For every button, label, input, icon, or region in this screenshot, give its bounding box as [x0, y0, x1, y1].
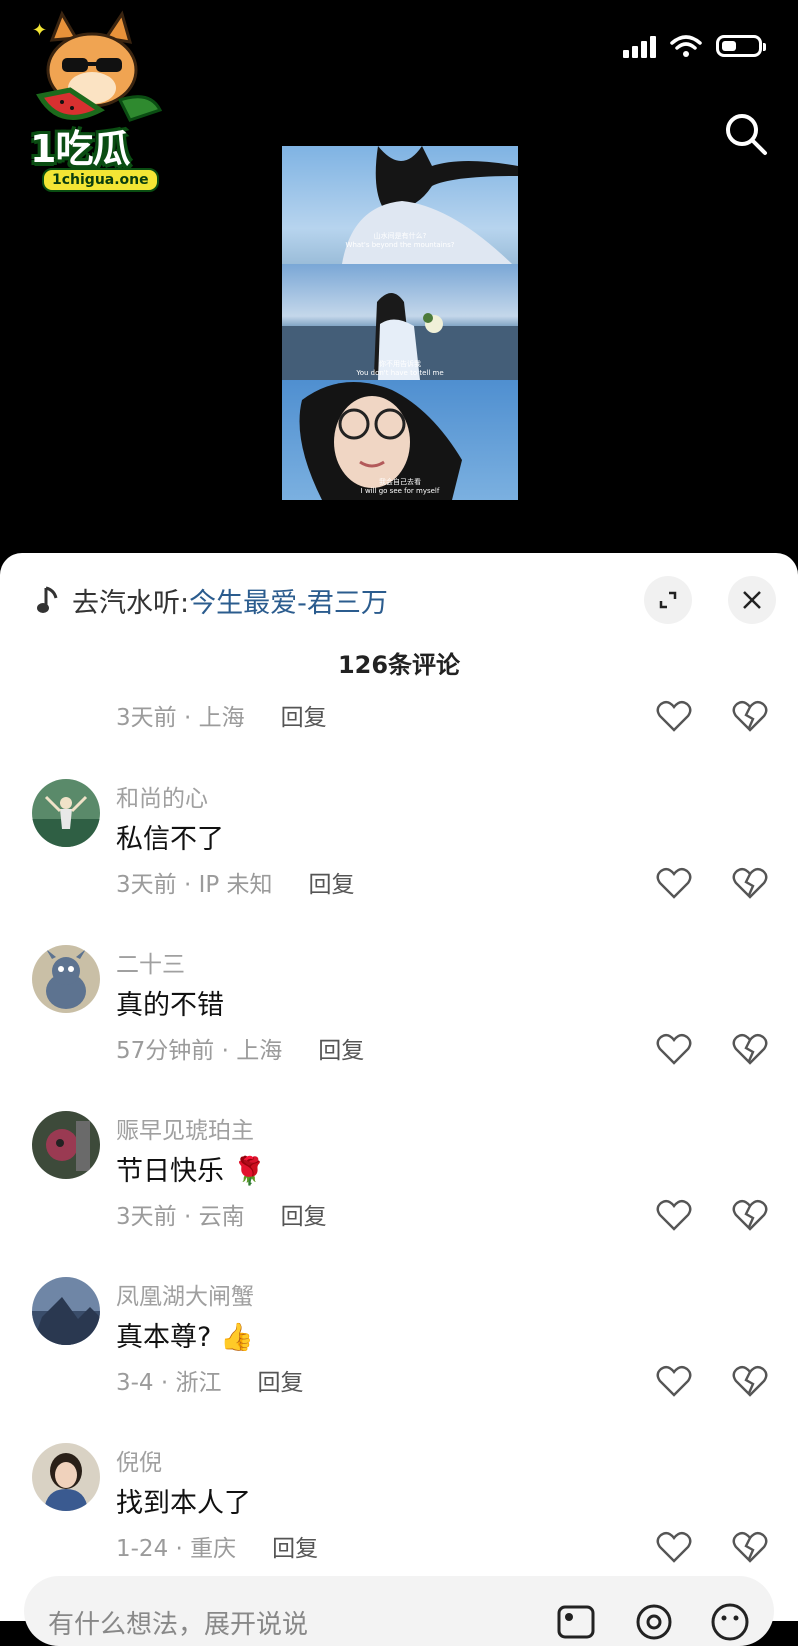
close-button[interactable]: [728, 576, 776, 624]
comment-meta: 3天前 · IP 未知 回复: [116, 865, 355, 899]
comment-item: 倪倪 找到本人了 1-24 · 重庆 回复: [0, 1443, 798, 1593]
comment-text: 私信不了: [116, 824, 224, 855]
comment-meta: 3天前 · 云南 回复: [116, 1197, 327, 1231]
image-icon[interactable]: [556, 1602, 596, 1642]
comment-meta: 3天前 · 上海 回复: [116, 698, 327, 732]
thumbs-up-emoji: 👍: [219, 1322, 254, 1353]
avatar[interactable]: [32, 779, 100, 847]
reply-button[interactable]: 回复: [258, 1363, 304, 1397]
comment-count: 126条评论: [337, 651, 461, 679]
search-icon[interactable]: [722, 110, 770, 158]
video-frame-2: 你不用告诉我 You don't have to tell me: [282, 264, 518, 380]
expand-icon: [659, 591, 677, 609]
comment-text: 真的不错: [116, 990, 224, 1021]
video-thumbnail[interactable]: 山水间是有什么? What's beyond the mountains? 你不用…: [282, 146, 518, 500]
music-prefix: 去汽水听:: [72, 588, 190, 619]
video-area[interactable]: ✦ 1吃瓜 1chigua.one 山水间是有什么? What's beyond …: [0, 0, 798, 560]
comment-author[interactable]: 凤凰湖大闸蟹: [116, 1277, 254, 1311]
comment-input[interactable]: 有什么想法，展开说说: [24, 1576, 774, 1646]
avatar[interactable]: [32, 1277, 100, 1345]
comment-author[interactable]: 赈早见琥珀主: [116, 1111, 254, 1145]
close-icon: [743, 591, 761, 609]
comment-text: 节日快乐 🌹: [116, 1156, 267, 1187]
at-icon[interactable]: [634, 1602, 674, 1642]
comment-meta: 1-24 · 重庆 回复: [116, 1529, 318, 1563]
broken-heart-icon[interactable]: [732, 866, 768, 900]
heart-icon[interactable]: [656, 699, 692, 733]
reply-button[interactable]: 回复: [281, 1197, 327, 1231]
comment-author[interactable]: 倪倪: [116, 1443, 162, 1477]
comment-item: 和尚的心 私信不了 3天前 · IP 未知 回复: [0, 779, 798, 929]
broken-heart-icon[interactable]: [732, 1032, 768, 1066]
svg-text:✦: ✦: [32, 20, 47, 41]
music-note-icon: [37, 586, 58, 613]
heart-icon[interactable]: [656, 1032, 692, 1066]
watermark-logo: ✦ 1吃瓜 1chigua.one: [10, 10, 170, 192]
caption-1: 山水间是有什么? What's beyond the mountains?: [345, 232, 455, 249]
avatar[interactable]: [32, 1111, 100, 1179]
comment-meta: 57分钟前 · 上海 回复: [116, 1031, 364, 1065]
status-bar: [623, 34, 766, 58]
video-frame-3: 我会自己去看 I will go see for myself: [282, 380, 518, 500]
signal-icon: [623, 34, 656, 58]
comment-sheet: 去汽水听: 今生最爱-君三万 126条评论 3天前 · 上海 回复 和尚的心 私…: [0, 553, 798, 1621]
wifi-icon: [670, 35, 702, 57]
reply-button[interactable]: 回复: [281, 698, 327, 732]
battery-icon: [716, 35, 766, 57]
expand-button[interactable]: [644, 576, 692, 624]
caption-3: 我会自己去看 I will go see for myself: [360, 478, 440, 495]
comment-text: 真本尊? 👍: [116, 1322, 254, 1353]
reply-button[interactable]: 回复: [318, 1031, 364, 1065]
music-title-link[interactable]: 今生最爱-君三万: [189, 581, 388, 620]
comment-author[interactable]: 二十三: [116, 945, 185, 979]
avatar[interactable]: [32, 1443, 100, 1511]
broken-heart-icon[interactable]: [732, 1198, 768, 1232]
heart-icon[interactable]: [656, 866, 692, 900]
avatar[interactable]: [32, 945, 100, 1013]
comment-item: 赈早见琥珀主 节日快乐 🌹 3天前 · 云南 回复: [0, 1111, 798, 1261]
emoji-icon[interactable]: [710, 1602, 750, 1642]
comment-meta: 3-4 · 浙江 回复: [116, 1363, 304, 1397]
comment-author[interactable]: 和尚的心: [116, 779, 208, 813]
music-link-row[interactable]: 去汽水听: 今生最爱-君三万: [36, 581, 388, 620]
comment-item: 二十三 真的不错 57分钟前 · 上海 回复: [0, 945, 798, 1095]
heart-icon[interactable]: [656, 1364, 692, 1398]
watermark-site: 1chigua.one: [42, 168, 159, 192]
heart-icon[interactable]: [656, 1198, 692, 1232]
video-frame-1: 山水间是有什么? What's beyond the mountains?: [282, 146, 518, 264]
heart-icon[interactable]: [656, 1530, 692, 1564]
comment-item: 凤凰湖大闸蟹 真本尊? 👍 3-4 · 浙江 回复: [0, 1277, 798, 1427]
caption-2: 你不用告诉我 You don't have to tell me: [356, 360, 444, 377]
mascot-icon: ✦: [32, 10, 163, 122]
broken-heart-icon[interactable]: [732, 699, 768, 733]
comment-text: 找到本人了: [116, 1488, 251, 1519]
broken-heart-icon[interactable]: [732, 1364, 768, 1398]
broken-heart-icon[interactable]: [732, 1530, 768, 1564]
watermark-brand: 1吃瓜: [30, 127, 130, 171]
rose-emoji: 🌹: [232, 1156, 267, 1187]
reply-button[interactable]: 回复: [272, 1529, 318, 1563]
reply-button[interactable]: 回复: [309, 865, 355, 899]
comment-input-placeholder: 有什么想法，展开说说: [48, 1610, 309, 1640]
